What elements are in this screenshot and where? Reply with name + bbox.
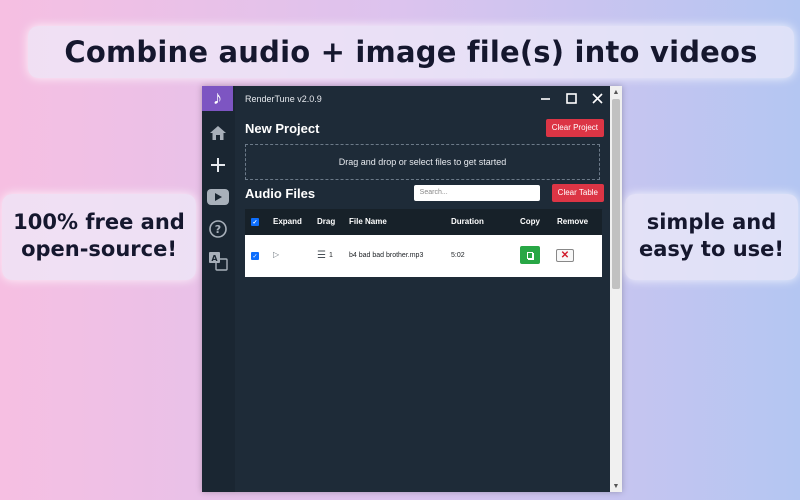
sidebar: ♪ ? A bbox=[202, 86, 235, 492]
table-row[interactable]: ✓ ▷ ☰ 1 b4 bad bad brother.mp3 5:02 ✕ bbox=[245, 235, 602, 277]
audio-row-duration: 5:02 bbox=[451, 252, 465, 259]
headline-text: Combine audio + image file(s) into video… bbox=[64, 35, 758, 69]
plus-icon[interactable] bbox=[202, 149, 233, 181]
project-header: New Project Clear Project bbox=[245, 119, 604, 137]
audio-header: Audio Files Search... Clear Table bbox=[245, 184, 604, 202]
music-note-icon[interactable]: ♪ bbox=[202, 86, 233, 111]
scroll-thumb[interactable] bbox=[612, 99, 620, 289]
copy-icon bbox=[527, 251, 533, 259]
audio-col-expand: Expand bbox=[273, 217, 302, 226]
audio-select-all-checkbox[interactable]: ✓ bbox=[251, 218, 259, 226]
audio-col-drag: Drag bbox=[317, 217, 336, 226]
title-bar: RenderTune v2.0.9 bbox=[235, 86, 610, 111]
audio-clear-table-button[interactable]: Clear Table bbox=[551, 184, 604, 202]
drag-handle-icon[interactable]: ☰ bbox=[317, 250, 326, 261]
audio-col-copy: Copy bbox=[520, 217, 540, 226]
help-icon[interactable]: ? bbox=[202, 213, 233, 245]
headline-banner: Combine audio + image file(s) into video… bbox=[28, 26, 794, 78]
audio-title: Audio Files bbox=[245, 185, 316, 201]
right-banner-line1: simple and bbox=[646, 210, 777, 234]
free-open-source-banner: 100% free and open-source! bbox=[2, 194, 196, 280]
app-title: RenderTune v2.0.9 bbox=[245, 93, 322, 104]
audio-col-duration: Duration bbox=[451, 217, 484, 226]
audio-row-checkbox[interactable]: ✓ bbox=[251, 252, 259, 260]
audio-remove-button[interactable]: ✕ bbox=[556, 249, 574, 262]
app-window: ♪ ? A RenderTune v2.0.9 ▲ ▼ New Project … bbox=[202, 86, 622, 492]
minimize-icon[interactable] bbox=[532, 86, 558, 111]
audio-col-remove: Remove bbox=[557, 217, 589, 226]
left-banner-line1: 100% free and bbox=[13, 210, 185, 234]
scroll-up-icon[interactable]: ▲ bbox=[610, 86, 622, 98]
file-dropzone[interactable]: Drag and drop or select files to get sta… bbox=[245, 144, 600, 180]
audio-table: ✓ Expand Drag File Name Duration Copy Re… bbox=[245, 209, 602, 277]
translate-icon[interactable]: A bbox=[202, 245, 233, 277]
scroll-down-icon[interactable]: ▼ bbox=[610, 480, 622, 492]
close-icon[interactable] bbox=[584, 86, 610, 111]
main-content: New Project Clear Project Drag and drop … bbox=[235, 111, 610, 492]
audio-pager bbox=[245, 370, 602, 386]
audio-copy-button[interactable] bbox=[520, 246, 540, 264]
maximize-icon[interactable] bbox=[558, 86, 584, 111]
simple-easy-banner: simple and easy to use! bbox=[625, 194, 798, 280]
audio-col-file-name: File Name bbox=[349, 217, 387, 226]
youtube-icon[interactable] bbox=[202, 181, 233, 213]
right-banner-line2: easy to use! bbox=[639, 237, 784, 261]
audio-table-header: ✓ Expand Drag File Name Duration Copy Re… bbox=[245, 209, 602, 235]
clear-project-button[interactable]: Clear Project bbox=[545, 119, 604, 137]
project-title: New Project bbox=[245, 120, 320, 136]
dropzone-text: Drag and drop or select files to get sta… bbox=[338, 157, 507, 167]
svg-text:?: ? bbox=[214, 223, 220, 236]
expand-icon[interactable]: ▷ bbox=[273, 250, 279, 259]
scrollbar[interactable]: ▲ ▼ bbox=[610, 86, 622, 492]
audio-search-input[interactable]: Search... bbox=[413, 185, 540, 201]
left-banner-line2: open-source! bbox=[21, 237, 177, 261]
audio-row-order: 1 bbox=[328, 252, 333, 259]
home-icon[interactable] bbox=[202, 117, 233, 149]
audio-row-file-name: b4 bad bad brother.mp3 bbox=[349, 252, 424, 259]
svg-text:A: A bbox=[211, 254, 218, 263]
